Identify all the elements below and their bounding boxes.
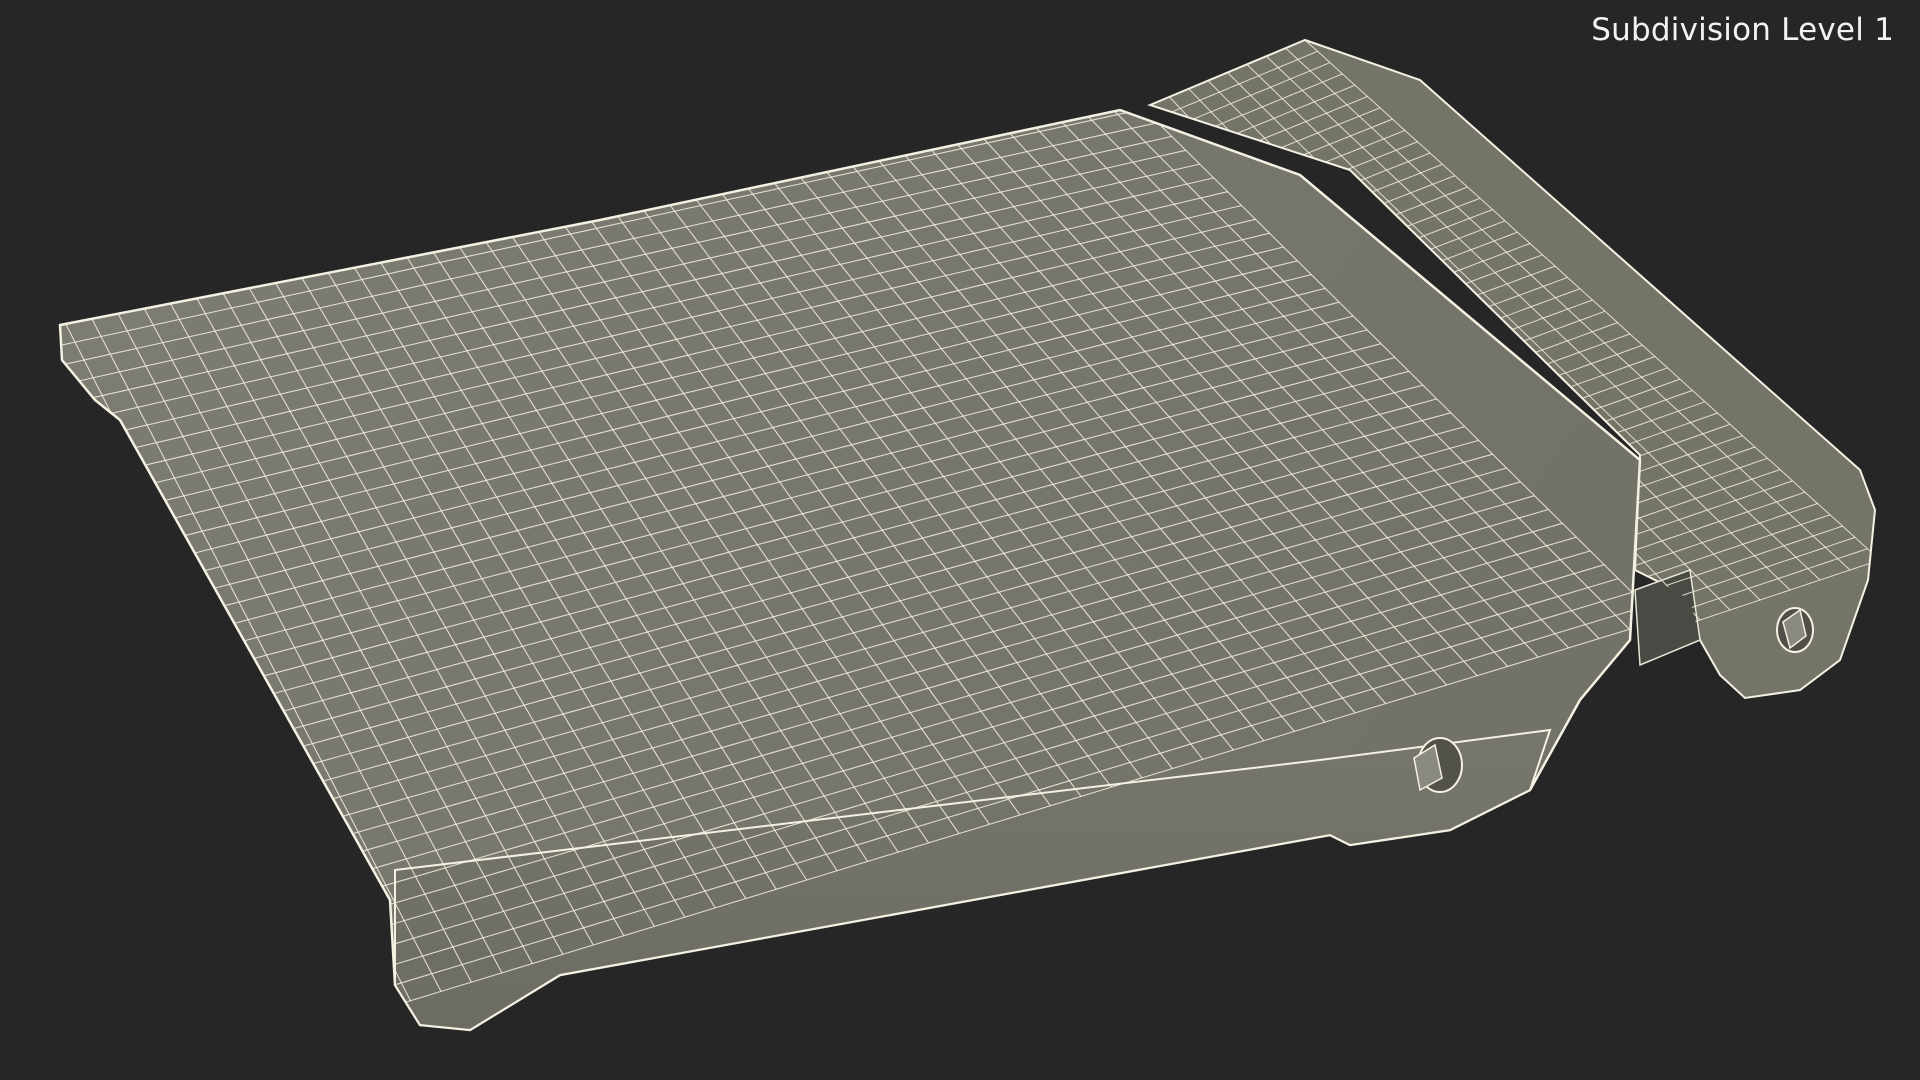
subdivision-level-label: Subdivision Level 1 [1591,12,1894,48]
hinge-slot [1634,568,1701,667]
render-viewport: Subdivision Level 1 [0,0,1920,1080]
wireframe-render [58,38,1877,1032]
right-hole [1776,607,1814,653]
